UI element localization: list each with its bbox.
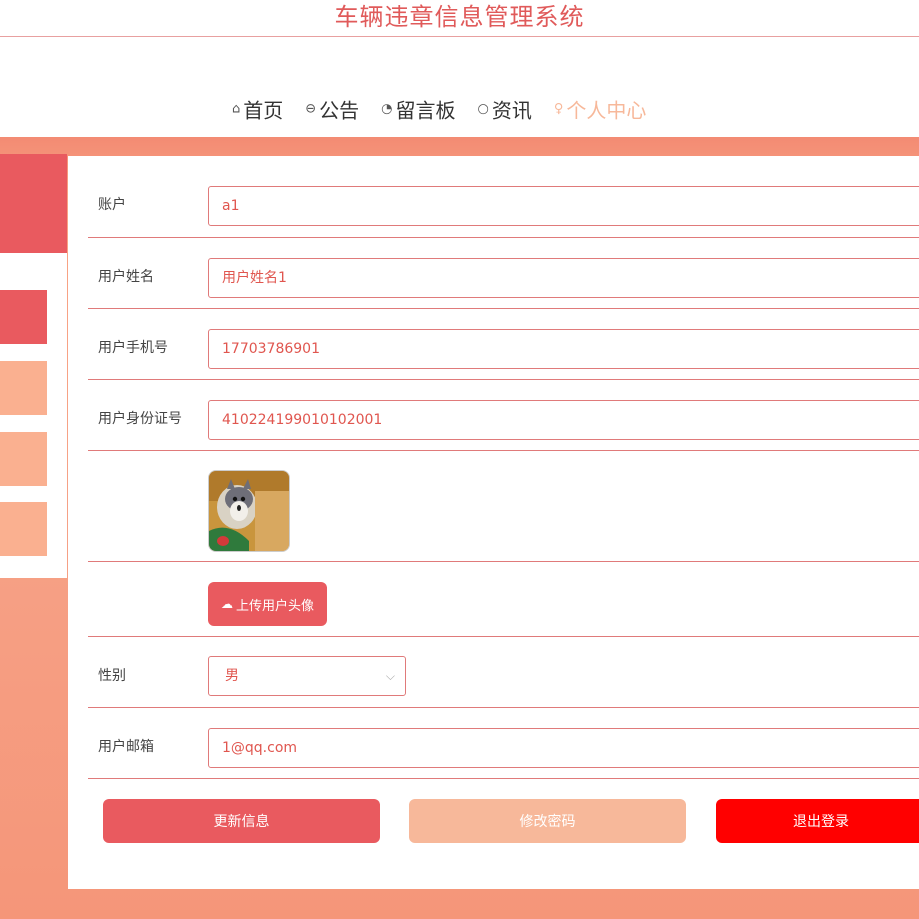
cloud-upload-icon: ☁ <box>220 597 233 611</box>
sidebar-header <box>0 154 67 253</box>
update-info-button[interactable]: 更新信息 <box>103 799 380 843</box>
account-field[interactable]: a1 <box>208 186 919 226</box>
nav-item-announcement[interactable]: ⊖ 公告 <box>305 95 359 124</box>
idcard-field[interactable]: 410224199010102001 <box>208 400 919 440</box>
gender-value: 男 <box>225 668 239 684</box>
gender-select[interactable]: 男 ⌵ <box>208 656 406 696</box>
email-field[interactable]: 1@qq.com <box>208 728 919 768</box>
main-nav: ⌂ 首页 ⊖ 公告 ◔ 留言板 ○ 资讯 ♀ 个人中心 <box>0 37 919 172</box>
title-bar: 车辆违章信息管理系统 <box>0 0 919 37</box>
sidebar-item[interactable] <box>0 502 47 556</box>
change-password-button[interactable]: 修改密码 <box>409 799 686 843</box>
logout-button[interactable]: 退出登录 <box>716 799 919 843</box>
sidebar-item[interactable] <box>0 361 47 415</box>
nav-item-messageboard[interactable]: ◔ 留言板 <box>381 95 455 124</box>
nav-item-label: 公告 <box>319 98 360 123</box>
gender-label: 性别 <box>98 668 126 684</box>
chevron-down-icon: ⌵ <box>385 669 395 683</box>
announcement-icon: ⊖ <box>305 101 317 117</box>
nav-item-home[interactable]: ⌂ 首页 <box>232 95 283 124</box>
form-row-account: 账户 a1 <box>88 156 919 238</box>
sidebar-item[interactable] <box>0 432 47 486</box>
nav-item-label: 首页 <box>243 98 284 123</box>
account-label: 账户 <box>98 197 126 213</box>
site-title: 车辆违章信息管理系统 <box>334 3 585 31</box>
user-icon: ♀ <box>553 101 564 117</box>
upload-avatar-label: 上传用户头像 <box>235 598 314 614</box>
sidebar-item-active[interactable] <box>0 290 47 344</box>
form-row-name: 用户姓名 用户姓名1 <box>88 238 919 309</box>
nav-item-label: 资讯 <box>491 98 532 123</box>
nav-item-label: 留言板 <box>395 98 456 123</box>
idcard-label: 用户身份证号 <box>98 411 182 427</box>
phone-label: 用户手机号 <box>98 340 168 356</box>
nav-item-label: 个人中心 <box>566 98 647 123</box>
name-field[interactable]: 用户姓名1 <box>208 258 919 298</box>
nav-item-news[interactable]: ○ 资讯 <box>478 95 532 124</box>
message-icon: ◔ <box>381 101 393 117</box>
nav-item-profile[interactable]: ♀ 个人中心 <box>554 95 647 124</box>
user-avatar-image <box>208 470 290 552</box>
phone-field[interactable]: 17703786901 <box>208 329 919 369</box>
form-row-phone: 用户手机号 17703786901 <box>88 309 919 380</box>
news-icon: ○ <box>477 101 489 117</box>
upload-avatar-button[interactable]: ☁ 上传用户头像 <box>208 582 327 626</box>
name-label: 用户姓名 <box>98 269 154 285</box>
form-row-email: 用户邮箱 1@qq.com <box>88 708 919 779</box>
email-label: 用户邮箱 <box>98 739 154 755</box>
form-row-idcard: 用户身份证号 410224199010102001 <box>88 380 919 451</box>
home-icon: ⌂ <box>232 101 241 117</box>
